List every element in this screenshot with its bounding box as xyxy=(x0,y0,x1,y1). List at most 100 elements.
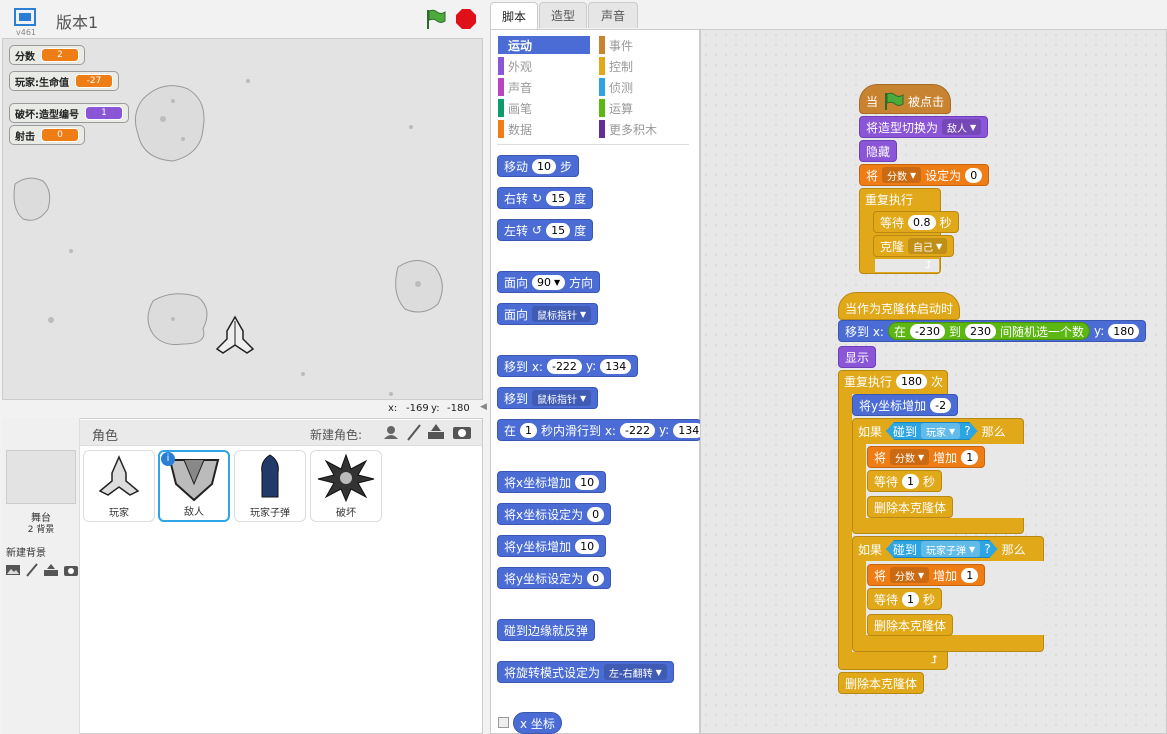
block-bounce[interactable]: 碰到边缘就反弹 xyxy=(497,619,596,641)
green-flag-icon xyxy=(885,92,904,110)
sprite-card-player-bullet[interactable]: 玩家子弹 xyxy=(234,450,306,522)
paint-backdrop-icon[interactable] xyxy=(25,563,39,580)
version-label: v461 xyxy=(16,28,37,37)
fullscreen-icon[interactable] xyxy=(12,6,38,28)
block-turn-right[interactable]: 右转 ↻ 15 度 xyxy=(497,187,594,209)
block-pick-random[interactable]: 在 -230 到 230 间随机选一个数 xyxy=(887,322,1090,340)
block-goto-xy[interactable]: 移到 x: -222 y: 134 xyxy=(497,355,639,377)
block-set-variable[interactable]: 将分数 ▼ 设定为 0 xyxy=(859,164,990,186)
block-create-clone[interactable]: 克隆 自己 ▼ xyxy=(873,235,955,257)
block-x-position[interactable]: x 坐标 xyxy=(513,712,562,734)
block-wait[interactable]: 等待 0.8 秒 xyxy=(873,211,959,233)
category-pen[interactable]: 画笔 xyxy=(498,99,590,117)
xpos-checkbox[interactable] xyxy=(498,717,509,728)
category-looks[interactable]: 外观 xyxy=(498,57,590,75)
sprite-card-enemy[interactable]: i 敌人 xyxy=(158,450,230,522)
project-title[interactable]: 版本1 xyxy=(56,9,98,33)
block-move-steps[interactable]: 移动 10 步 xyxy=(497,155,580,177)
tab-scripts[interactable]: 脚本 xyxy=(490,2,538,29)
category-sensing[interactable]: 侦测 xyxy=(599,78,689,96)
stage-backdrop-count: 2 背景 xyxy=(27,525,55,535)
category-control[interactable]: 控制 xyxy=(599,57,689,75)
block-when-clone-starts[interactable]: 当作为克隆体启动时 xyxy=(838,292,961,320)
block-switch-costume[interactable]: 将造型切换为 敌人 ▼ xyxy=(859,116,989,138)
stage-canvas[interactable]: 分数 2 玩家:生命值 -27 破坏:造型编号 1 射击 0 xyxy=(2,38,483,400)
monitor-player-health-value: -27 xyxy=(75,74,113,88)
block-change-score-1[interactable]: 将分数 ▼ 增加 1 xyxy=(867,446,986,468)
explosion-thumbnail-icon xyxy=(317,453,375,503)
category-data[interactable]: 数据 xyxy=(498,120,590,138)
block-goto[interactable]: 移到 鼠标指针 ▼ xyxy=(497,387,599,409)
stage-backdrop xyxy=(13,79,443,396)
block-goto-random[interactable]: 移到 x: 在 -230 到 230 间随机选一个数 y: 180 xyxy=(838,320,1147,342)
new-sprite-label: 新建角色: xyxy=(310,428,363,442)
category-motion[interactable]: 运动 xyxy=(498,36,590,54)
block-change-x[interactable]: 将x坐标增加 10 xyxy=(497,471,607,493)
block-point-towards[interactable]: 面向 鼠标指针 ▼ xyxy=(497,303,599,325)
block-set-x[interactable]: 将x坐标设定为 0 xyxy=(497,503,612,525)
monitor-costume-number-value: 1 xyxy=(85,106,123,120)
block-if-2[interactable]: 如果 碰到 玩家子弹 ▼? 那么 xyxy=(852,538,1032,560)
block-forever[interactable]: 重复执行 xyxy=(859,188,919,210)
green-flag-icon[interactable] xyxy=(424,8,446,33)
rotate-cw-icon: ↻ xyxy=(532,191,543,205)
block-delete-clone-2[interactable]: 删除本克隆体 xyxy=(867,614,954,636)
block-if-1[interactable]: 如果 碰到 玩家 ▼? 那么 xyxy=(852,420,1012,442)
upload-sprite-icon[interactable] xyxy=(426,423,446,444)
camera-sprite-icon[interactable] xyxy=(452,423,472,444)
category-operators[interactable]: 运算 xyxy=(599,99,689,117)
block-delete-clone-1[interactable]: 删除本克隆体 xyxy=(867,496,954,518)
stage-thumbnail-column: 舞台 2 背景 新建背景 xyxy=(2,418,80,734)
player-ship-sprite xyxy=(215,315,255,354)
block-set-y[interactable]: 将y坐标设定为 0 xyxy=(497,567,612,589)
rotate-ccw-icon: ↺ xyxy=(532,223,543,237)
sprite-card-player[interactable]: 玩家 xyxy=(83,450,155,522)
block-point-direction[interactable]: 面向 90 ▼ 方向 xyxy=(497,271,601,293)
camera-backdrop-icon[interactable] xyxy=(63,563,79,580)
backdrop-library-icon[interactable] xyxy=(5,563,21,580)
block-wait-2[interactable]: 等待 1 秒 xyxy=(867,588,943,610)
monitor-shoot-value: 0 xyxy=(41,128,79,142)
tab-costumes[interactable]: 造型 xyxy=(539,2,587,28)
sprite-card-explosion[interactable]: 破坏 xyxy=(310,450,382,522)
script-area[interactable]: 当 被点击 将造型切换为 敌人 ▼ 隐藏 将分数 ▼ 设定为 0 重复执行 等待 0.8 秒 … xyxy=(700,29,1167,734)
block-wait-1[interactable]: 等待 1 秒 xyxy=(867,470,943,492)
block-hide[interactable]: 隐藏 xyxy=(859,140,898,162)
category-sound[interactable]: 声音 xyxy=(498,78,590,96)
block-when-flag-clicked[interactable]: 当 被点击 xyxy=(859,84,952,114)
monitor-costume-number[interactable]: 破坏:造型编号 1 xyxy=(9,103,129,123)
paint-sprite-icon[interactable] xyxy=(406,423,422,444)
mouse-y: -180 xyxy=(447,403,470,414)
block-rotation-style[interactable]: 将旋转模式设定为 左-右翻转 ▼ xyxy=(497,661,674,683)
upload-backdrop-icon[interactable] xyxy=(43,563,59,580)
block-delete-clone-3[interactable]: 删除本克隆体 xyxy=(838,672,925,694)
block-change-y[interactable]: 将y坐标增加 10 xyxy=(497,535,607,557)
collapse-arrow-icon[interactable]: ◀ xyxy=(480,402,490,416)
monitor-score[interactable]: 分数 2 xyxy=(9,45,85,65)
bullet-thumbnail-icon xyxy=(261,454,279,498)
monitor-player-health[interactable]: 玩家:生命值 -27 xyxy=(9,71,119,91)
block-show[interactable]: 显示 xyxy=(838,346,877,368)
block-palette: 运动 事件 外观 控制 声音 侦测 画笔 运算 数据 更多积木 移动 10 步 右转… xyxy=(490,29,701,734)
stop-icon[interactable] xyxy=(455,8,477,33)
mouse-coordinates: x: -169 y: -180 xyxy=(388,403,470,414)
new-backdrop-label: 新建背景 xyxy=(6,548,46,559)
block-turn-left[interactable]: 左转 ↺ 15 度 xyxy=(497,219,594,241)
mouse-x: -169 xyxy=(406,403,429,414)
block-glide[interactable]: 在 1 秒内滑行到 x: -222 y: 134 xyxy=(497,419,701,441)
block-change-score-2[interactable]: 将分数 ▼ 增加 1 xyxy=(867,564,986,586)
category-events[interactable]: 事件 xyxy=(599,36,689,54)
monitor-score-value: 2 xyxy=(41,48,79,62)
monitor-shoot[interactable]: 射击 0 xyxy=(9,125,85,145)
block-change-y[interactable]: 将y坐标增加 -2 xyxy=(852,394,959,416)
info-icon[interactable]: i xyxy=(161,452,175,466)
tab-sounds[interactable]: 声音 xyxy=(588,2,638,28)
sprite-library-icon[interactable] xyxy=(382,423,400,444)
loop-arrow-icon: ⮥ xyxy=(931,653,938,666)
divider xyxy=(497,144,689,145)
block-repeat[interactable]: 重复执行 180 次 xyxy=(838,370,949,392)
stage-header: v461 版本1 xyxy=(0,0,484,38)
sprites-title: 角色 xyxy=(92,429,119,444)
stage-thumbnail[interactable] xyxy=(6,450,76,504)
category-more-blocks[interactable]: 更多积木 xyxy=(599,120,689,138)
